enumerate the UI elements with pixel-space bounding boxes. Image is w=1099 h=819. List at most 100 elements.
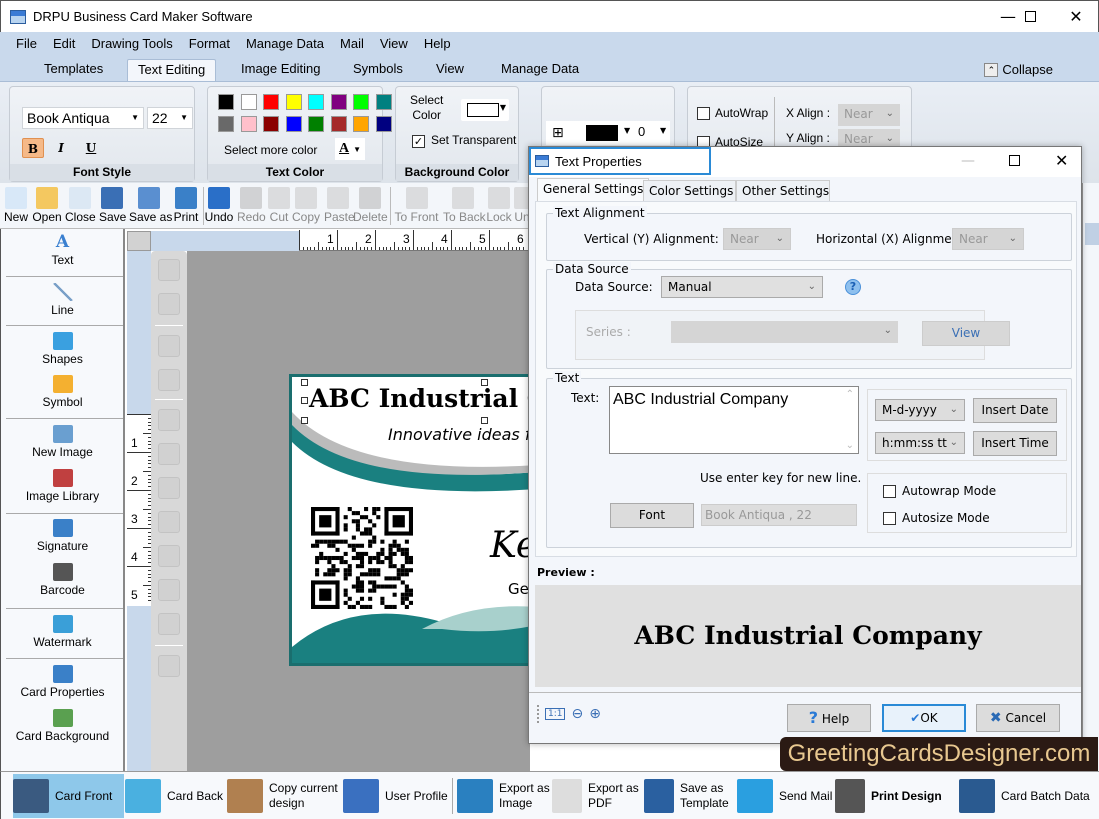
close-button[interactable]: ✕ [1053,1,1099,31]
fit-center-icon[interactable] [158,613,180,635]
tab-manage-data[interactable]: Manage Data [491,59,589,81]
align-middle-icon[interactable] [158,579,180,601]
card-tagline[interactable]: Innovative ideas f [388,425,530,444]
lock-button[interactable]: Lock [486,185,512,227]
save-button[interactable]: Save [99,185,126,227]
color-swatch[interactable] [330,116,347,132]
save-as-button[interactable]: Save as [129,185,172,227]
vertical-alignment-select[interactable]: Near ⌄ [723,228,791,250]
selection-handle[interactable] [301,379,308,386]
border-style-icon[interactable]: ⊞ [552,125,564,141]
color-swatch[interactable] [330,94,347,110]
tab-symbols[interactable]: Symbols [343,59,413,81]
border-width-value[interactable]: 0 [638,124,645,139]
zoom-in-icon[interactable]: ⊕ [589,706,601,722]
tab-templates[interactable]: Templates [34,59,113,81]
autosize-mode-checkbox[interactable] [883,512,896,525]
tool-signature[interactable]: Signature [1,519,124,553]
card-job-title[interactable]: Ge [508,580,529,598]
tool-card-background[interactable]: Card Background [1,709,124,743]
cut-button[interactable]: Cut [268,185,290,227]
menu-file[interactable]: File [8,36,45,51]
align-center-icon[interactable] [158,545,180,567]
menu-edit[interactable]: Edit [45,36,83,51]
font-color-button[interactable]: A ▼ [335,138,365,160]
color-swatch[interactable] [263,116,279,132]
help-button[interactable]: ? Help [787,704,871,732]
data-source-select[interactable]: Manual ⌄ [661,276,823,298]
align-left-icon[interactable] [158,409,180,431]
save-as-template-button[interactable]: Save as Template [644,774,734,818]
color-swatch[interactable] [308,116,324,132]
menu-format[interactable]: Format [181,36,238,51]
menu-mail[interactable]: Mail [332,36,372,51]
autowrap-checkbox[interactable] [697,107,710,120]
scroll-down-icon[interactable]: ⌄ [846,440,854,451]
delete-button[interactable]: Delete [353,185,388,227]
color-swatch[interactable] [218,116,234,132]
tool-symbol[interactable]: Symbol [1,375,124,409]
lock-icon[interactable] [158,335,180,357]
tab-image-editing[interactable]: Image Editing [231,59,331,81]
export-as-image-button[interactable]: Export as Image [457,774,550,818]
zoom-icon[interactable] [158,655,180,677]
tool-line[interactable]: Line [1,283,124,317]
menu-manage-data[interactable]: Manage Data [238,36,332,51]
print-button[interactable]: Print [172,185,200,227]
send-back-icon[interactable] [158,293,180,315]
close-button[interactable]: Close [65,185,96,227]
selection-handle[interactable] [481,379,488,386]
maximize-button[interactable] [1007,1,1053,31]
minimize-icon[interactable]: — [961,153,975,169]
insert-date-button[interactable]: Insert Date [973,398,1057,423]
selection-handle[interactable] [481,417,488,424]
tab-color-settings[interactable]: Color Settings [643,180,736,202]
tool-image-library[interactable]: Image Library [1,469,124,503]
tab-other-settings[interactable]: Other Settings [736,180,830,202]
copy-button[interactable]: Copy [292,185,320,227]
maximize-icon[interactable] [1009,155,1020,166]
time-format-select[interactable]: h:mm:ss tt ⌄ [875,432,965,454]
selection-handle[interactable] [301,397,308,404]
tab-view[interactable]: View [426,59,474,81]
color-swatch[interactable] [240,94,257,110]
align-bottom-icon[interactable] [158,511,180,533]
unlock-icon[interactable] [158,369,180,391]
font-button[interactable]: Font [610,503,694,528]
date-format-select[interactable]: M-d-yyyy ⌄ [875,399,965,421]
color-swatch[interactable] [218,94,234,110]
tab-general-settings[interactable]: General Settings [537,178,650,202]
view-button[interactable]: View [922,321,1010,346]
menu-help[interactable]: Help [416,36,459,51]
underline-button[interactable]: U [80,138,102,158]
actual-size-button[interactable]: 1:1 [545,708,566,720]
bold-button[interactable]: B [22,138,44,158]
color-swatch[interactable] [285,116,302,132]
font-name-select[interactable]: Book Antiqua ▼ [22,107,144,129]
x-align-select[interactable]: Near ⌄ [838,104,900,126]
autowrap-mode-checkbox[interactable] [883,485,896,498]
color-swatch[interactable] [375,116,392,132]
font-size-select[interactable]: 22 ▼ [147,107,193,129]
card-back-button[interactable]: Card Back [125,774,225,818]
collapse-button[interactable]: ⌃ Collapse [984,62,1053,77]
user-profile-button[interactable]: User Profile [343,774,453,818]
menu-drawing-tools[interactable]: Drawing Tools [83,36,180,51]
undo-button[interactable]: Undo [204,185,234,227]
card-batch-data-button[interactable]: Card Batch Data [959,774,1097,818]
menu-view[interactable]: View [372,36,416,51]
card-front-button[interactable]: Card Front [13,774,124,818]
border-color-button[interactable] [586,125,618,141]
close-icon[interactable]: ✕ [1055,151,1068,170]
cancel-button[interactable]: ✖ Cancel [976,704,1060,732]
redo-button[interactable]: Redo [237,185,266,227]
copy-current-design-button[interactable]: Copy current design [227,774,342,818]
color-swatch[interactable] [375,94,392,110]
tool-shapes[interactable]: Shapes [1,332,124,366]
help-icon[interactable]: ? [845,279,861,295]
to-front-button[interactable]: To Front [394,185,439,227]
selection-handle[interactable] [301,417,308,424]
print-design-button[interactable]: Print Design [835,774,957,818]
background-color-picker[interactable]: ▼ [461,99,509,121]
italic-button[interactable]: I [50,138,72,158]
